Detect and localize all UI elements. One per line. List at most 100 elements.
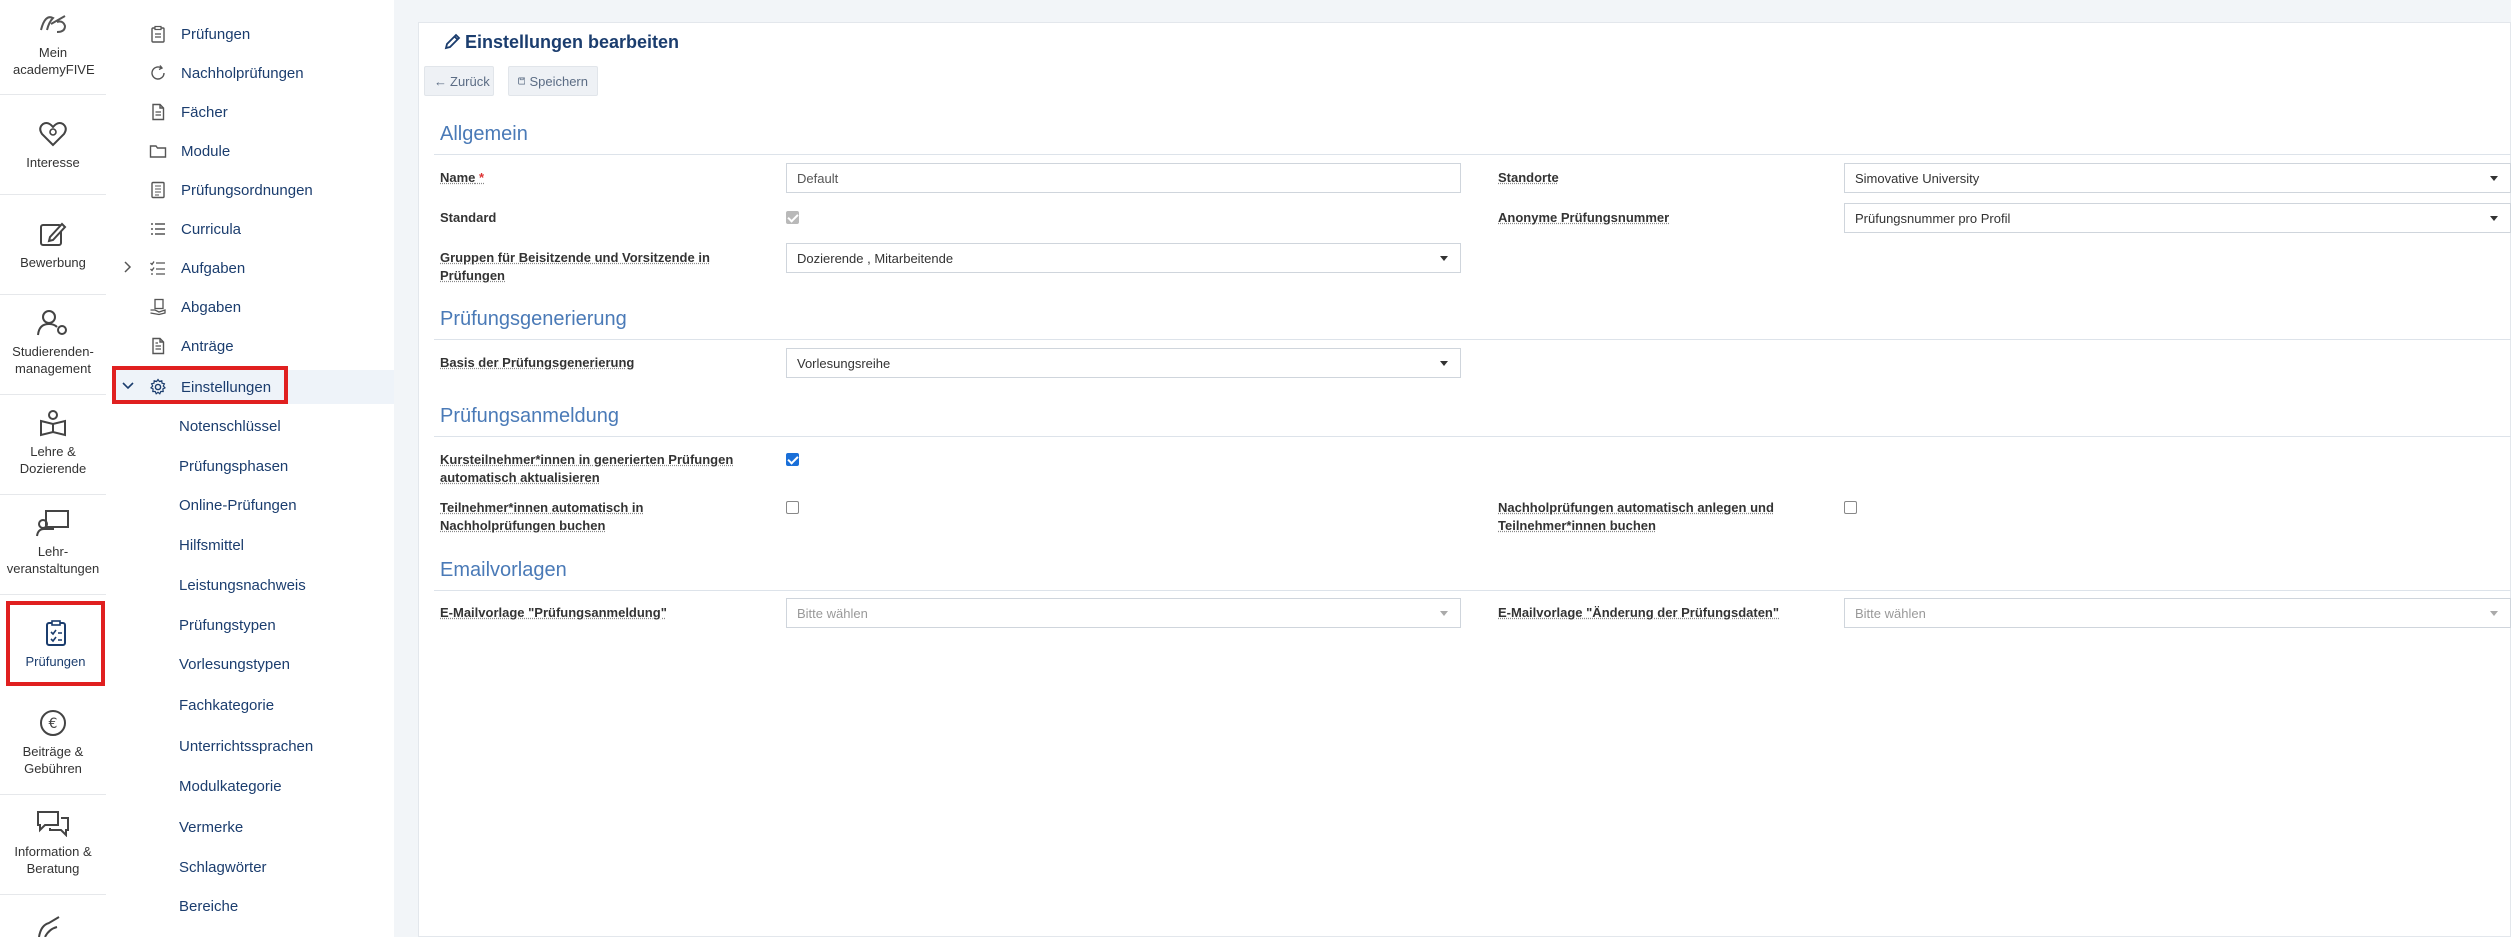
rail-item-pruefungen[interactable]: Prüfungen [6,601,105,686]
rail-label: Information & Beratung [14,844,92,876]
teilnehmer-nachhol-checkbox[interactable] [786,501,799,514]
subnav-label: Abgaben [181,298,242,316]
name-label-text: Name [440,170,476,185]
subnav-sub-unterrichtssprachen[interactable]: Unterrichtssprachen [179,738,313,755]
subnav-label: Module [181,142,231,160]
save-button[interactable]: Speichern [508,66,598,96]
subnav-label: Prüfungen [181,25,251,43]
section-divider [434,339,2511,340]
chat-icon [37,811,69,837]
subnav-sub-schlagwoerter[interactable]: Schlagwörter [179,859,267,876]
hand-icon [38,916,60,938]
caret-down-icon [1440,611,1448,616]
standorte-value: Simovative University [1855,170,1980,186]
subnav-item-module[interactable]: Module [107,134,379,168]
subnav-item-aufgaben[interactable]: Aufgaben [107,251,379,285]
sub-navigation: Prüfungen Nachholprüfungen Fächer Module… [107,0,484,937]
email-aenderung-select[interactable]: Bitte wählen [1844,598,2511,628]
section-allgemein: Allgemein [440,123,528,145]
hand-document-icon [150,298,166,316]
email-anmeldung-select[interactable]: Bitte wählen [786,598,1461,628]
save-button-label: Speichern [529,73,588,89]
rail-more-icon[interactable] [35,915,69,942]
rail-label: Mein academyFIVE [13,45,95,77]
subnav-item-nachholpruefungen[interactable]: Nachholprüfungen [107,56,379,90]
name-input[interactable] [786,163,1461,193]
refresh-icon [151,65,165,80]
email-aenderung-value: Bitte wählen [1855,605,1926,621]
book-person-icon [40,410,66,437]
caret-down-icon [1440,361,1448,366]
caret-down-icon [2490,216,2498,221]
rail-item-interesse[interactable]: Interesse [0,95,106,195]
document-list-icon [151,181,165,199]
task-list-icon [150,261,165,275]
clipboard-icon [151,25,165,43]
subnav-sub-pruefungstypen[interactable]: Prüfungstypen [179,617,276,634]
subnav-item-faecher[interactable]: Fächer [107,95,379,129]
section-emailvorlagen: Emailvorlagen [440,559,567,581]
gruppen-select[interactable]: Dozierende , Mitarbeitende [786,243,1461,273]
rail-item-mein-academyfive[interactable]: Mein academyFIVE [0,0,106,95]
list-icon [151,223,165,235]
subnav-sub-pruefungsphasen[interactable]: Prüfungsphasen [179,458,288,475]
file-icon [152,103,165,121]
rail-label: Lehre & Dozierende [19,444,87,476]
subnav-sub-leistungsnachweis[interactable]: Leistungsnachweis [179,577,306,594]
subnav-label: Fächer [181,103,228,121]
subnav-label: Nachholprüfungen [181,64,304,82]
edit-icon [40,222,67,246]
gruppen-label: Gruppen für Beisitzende und Vorsitzende … [440,250,710,283]
caret-down-icon [1440,256,1448,261]
rail-item-bewerbung[interactable]: Bewerbung [0,195,106,295]
clipboard-check-icon [45,620,66,646]
nachhol-anlegen-checkbox[interactable] [1844,501,1857,514]
rail-item-information-beratung[interactable]: Information & Beratung [0,795,106,895]
euro-icon: € [40,710,66,736]
email-anmeldung-label: E-Mailvorlage "Prüfungsanmeldung" [440,605,667,620]
subnav-label: Curricula [181,220,242,238]
presentation-icon [36,510,69,537]
subnav-sub-hilfsmittel[interactable]: Hilfsmittel [179,537,244,554]
subnav-label: Aufgaben [181,259,246,277]
anon-pruefungsnummer-value: Prüfungsnummer pro Profil [1855,210,2011,226]
rail-item-lehre-dozierende[interactable]: Lehre & Dozierende [0,395,106,495]
main-nav-rail: Mein academyFIVE Interesse Bewerbung Stu… [0,0,108,938]
kursteilnehmer-checkbox[interactable] [786,453,799,466]
back-button[interactable]: ← Zurück [424,66,494,96]
highlight-box [112,366,288,404]
subnav-sub-notenschluessel[interactable]: Notenschlüssel [179,418,281,435]
subnav-sub-vermerke[interactable]: Vermerke [179,819,243,836]
chevron-right-icon[interactable] [121,260,135,274]
basis-value: Vorlesungsreihe [797,355,891,371]
standorte-select[interactable]: Simovative University [1844,163,2511,193]
email-anmeldung-value: Bitte wählen [797,605,868,621]
subnav-item-curricula[interactable]: Curricula [107,212,379,246]
section-divider [434,436,2511,437]
subnav-item-antraege[interactable]: Anträge [107,329,379,363]
subnav-item-pruefungen[interactable]: Prüfungen [107,17,379,51]
caret-down-icon [2490,176,2498,181]
subnav-item-abgaben[interactable]: Abgaben [107,290,379,324]
basis-select[interactable]: Vorlesungsreihe [786,348,1461,378]
kursteilnehmer-label: Kursteilnehmer*innen in generierten Prüf… [440,452,734,485]
page-title: Einstellungen bearbeiten [444,32,679,53]
student-settings-icon [37,310,67,336]
page-title-text: Einstellungen bearbeiten [465,32,680,52]
basis-label: Basis der Prüfungsgenerierung [440,355,635,370]
section-divider [434,154,2511,155]
rail-item-lehrveranstaltungen[interactable]: Lehr-veranstaltungen [0,495,106,595]
subnav-sub-vorlesungstypen[interactable]: Vorlesungstypen [179,656,290,673]
subnav-sub-modulkategorie[interactable]: Modulkategorie [179,778,282,795]
anon-pruefungsnummer-select[interactable]: Prüfungsnummer pro Profil [1844,203,2511,233]
rail-label: Lehr-veranstaltungen [6,544,100,576]
subnav-sub-online-pruefungen[interactable]: Online-Prüfungen [179,497,297,514]
subnav-sub-bereiche[interactable]: Bereiche [179,898,238,915]
folder-icon [149,145,167,158]
rail-label: Prüfungen [25,654,86,669]
rail-item-beitraege-gebuehren[interactable]: € Beiträge & Gebühren [0,695,106,795]
subnav-sub-fachkategorie[interactable]: Fachkategorie [179,697,274,714]
rail-label: Interesse [26,155,80,170]
subnav-item-pruefungsordnungen[interactable]: Prüfungsordnungen [107,173,379,207]
rail-item-studierendenmanagement[interactable]: Studierenden-management [0,295,106,395]
